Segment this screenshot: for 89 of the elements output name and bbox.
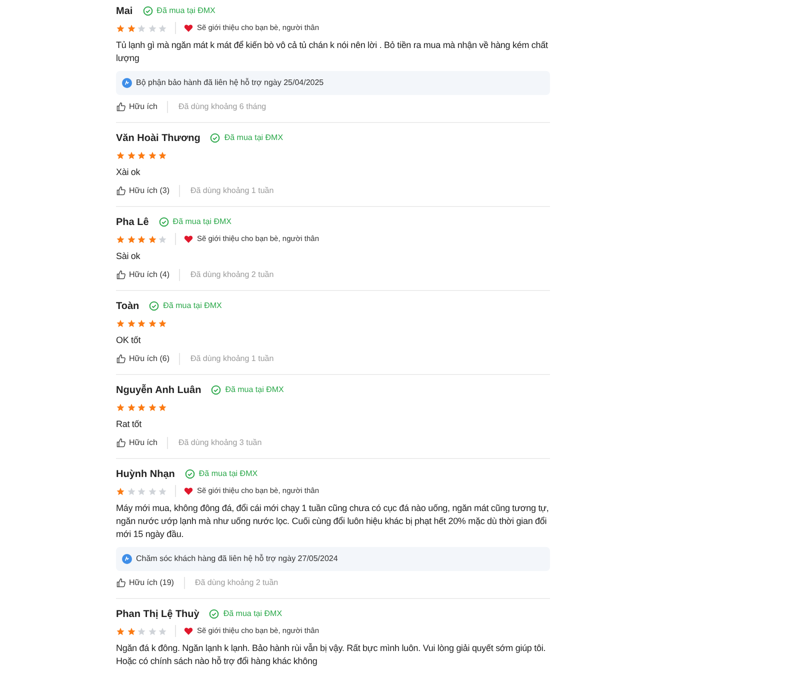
- thumbs-up-icon: [116, 102, 126, 112]
- star-icon: [116, 24, 125, 32]
- thumbs-up-icon: [116, 186, 126, 196]
- star-icon: [148, 24, 156, 32]
- star-icon: [148, 234, 156, 244]
- thumbs-up-icon: [116, 270, 126, 280]
- star-icon: [148, 318, 156, 328]
- star-icon: [126, 486, 136, 496]
- check-circle-icon: [210, 133, 220, 143]
- verified-label: Đã mua tại ĐMX: [223, 608, 282, 620]
- reviewer-name: Huỳnh Nhạn: [116, 468, 175, 482]
- star-icon: [137, 234, 146, 244]
- usage-duration: Đã dùng khoảng 3 tuần: [178, 437, 262, 449]
- usage-duration: Đã dùng khoảng 2 tuần: [190, 269, 274, 281]
- verified-label: Đã mua tại ĐMX: [225, 384, 284, 396]
- helpful-button[interactable]: Hữu ích (6): [116, 353, 170, 365]
- star-icon: [126, 150, 136, 160]
- support-text: Bộ phận bảo hành đã liên hệ hỗ trợ ngày 25/04/2025: [136, 77, 324, 89]
- review-text: Máy mới mua, không đông đá, đổi cái mới chạy 1 tuần cũng chưa có cục đá nào uống, ngăn mát cũng tương tự, ngăn nước ướp lạnh mà như uống nước lọc. Cuối cùng đổi luôn hiệu khác bị phạt hết 20% mặc dù thời gian đổi mới 15 ngày đầu.: [116, 502, 550, 541]
- verified-label: Đã mua tại ĐMX: [163, 300, 222, 312]
- helpful-button[interactable]: Hữu ích: [116, 101, 158, 113]
- star-icon: [126, 24, 136, 32]
- thumbs-up-icon: [116, 438, 126, 448]
- star-icon: [116, 402, 125, 412]
- check-circle-icon: [211, 385, 222, 395]
- star-icon: [116, 150, 125, 160]
- star-icon: [148, 402, 156, 412]
- reviewer-name: Nguyễn Anh Luân: [116, 383, 202, 398]
- review-text: Ngăn đá k đông. Ngăn lạnh k lạnh. Bảo hành rùi vẫn bị vậy. Rất bực mình luôn. Vui lòng giải quyết sớm giúp tôi. Hoặc có chính sách nào hỗ trợ đổi hàng khác không: [116, 642, 547, 668]
- heart-icon: [184, 487, 193, 495]
- star-icon: [148, 150, 156, 160]
- star-icon: [137, 486, 146, 496]
- star-icon: [137, 24, 146, 32]
- support-icon: [122, 78, 132, 88]
- star-icon: [116, 234, 125, 244]
- star-icon: [148, 626, 156, 636]
- verified-label: Đã mua tại ĐMX: [156, 5, 216, 17]
- verified-label: Đã mua tại ĐMX: [224, 132, 284, 144]
- check-circle-icon: [158, 217, 169, 227]
- star-icon: [126, 234, 136, 244]
- reviewer-name: Mai: [116, 4, 133, 18]
- review-text: Sài ok: [116, 250, 142, 263]
- star-icon: [126, 318, 136, 328]
- reviewer-name: Văn Hoài Thương: [116, 132, 200, 146]
- check-circle-icon: [209, 609, 220, 619]
- review-text: Xài ok: [116, 166, 142, 179]
- thumbs-up-icon: [116, 354, 126, 364]
- heart-icon: [184, 627, 193, 635]
- star-icon: [148, 486, 156, 496]
- star-icon: [116, 626, 125, 636]
- check-circle-icon: [149, 301, 160, 311]
- star-icon: [158, 402, 167, 412]
- heart-icon: [184, 24, 193, 32]
- support-text: Chăm sóc khách hàng đã liên hệ hỗ trợ ngày 27/05/2024: [136, 553, 338, 565]
- verified-label: Đã mua tại ĐMX: [172, 216, 232, 228]
- helpful-button[interactable]: Hữu ích (3): [116, 185, 170, 197]
- support-icon: [122, 554, 132, 564]
- heart-icon: [184, 235, 193, 243]
- star-icon: [158, 486, 167, 496]
- star-icon: [137, 318, 146, 328]
- star-icon: [126, 402, 136, 412]
- star-icon: [158, 150, 167, 160]
- reviewer-name: Toàn: [116, 300, 140, 314]
- reviewer-name: Pha Lê: [116, 216, 149, 230]
- usage-duration: Đã dùng khoảng 6 tháng: [178, 101, 266, 113]
- usage-duration: Đã dùng khoảng 2 tuần: [194, 577, 278, 589]
- usage-duration: Đã dùng khoảng 1 tuần: [190, 185, 274, 197]
- review-text: OK tốt: [116, 334, 142, 347]
- check-circle-icon: [184, 469, 195, 479]
- review-text: Rat tốt: [116, 418, 142, 431]
- helpful-button[interactable]: Hữu ích (19): [116, 577, 174, 589]
- thumbs-up-icon: [116, 578, 126, 588]
- star-icon: [158, 234, 167, 244]
- usage-duration: Đã dùng khoảng 1 tuần: [190, 353, 274, 365]
- star-icon: [158, 318, 167, 328]
- verified-label: Đã mua tại ĐMX: [198, 468, 258, 480]
- helpful-button[interactable]: Hữu ích: [116, 437, 158, 449]
- star-icon: [137, 402, 146, 412]
- check-circle-icon: [142, 6, 153, 16]
- star-icon: [137, 626, 146, 636]
- star-icon: [116, 318, 125, 328]
- star-icon: [158, 626, 167, 636]
- star-icon: [158, 24, 167, 32]
- review-text: Tủ lạnh gì mà ngăn mát k mát để kiến bò vô cả tủ chán k nói nên lời . Bỏ tiền ra mua mà nhận về hàng kém chất lượng: [116, 39, 549, 65]
- reviewer-name: Phan Thị Lệ Thuỳ: [116, 608, 200, 622]
- star-icon: [126, 626, 136, 636]
- star-icon: [116, 486, 125, 496]
- helpful-button[interactable]: Hữu ích (4): [116, 269, 170, 281]
- star-icon: [137, 150, 146, 160]
